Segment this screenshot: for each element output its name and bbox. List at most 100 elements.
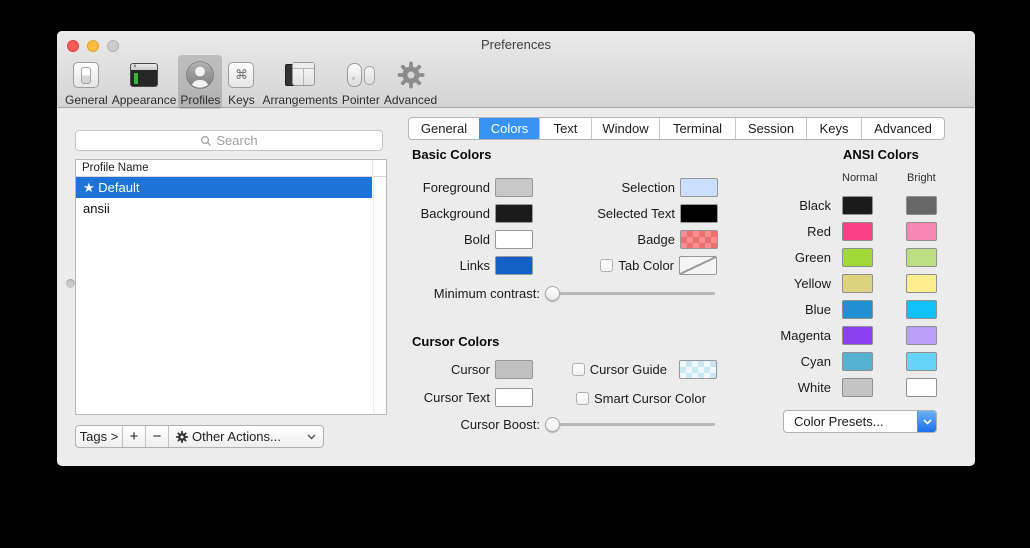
tab-keys[interactable]: Keys xyxy=(806,118,861,139)
cursor-label: Cursor xyxy=(347,362,490,377)
appearance-icon: × xyxy=(127,58,161,92)
window-edge-dot xyxy=(66,279,75,288)
traffic-lights xyxy=(67,40,119,52)
color-presets-label: Color Presets... xyxy=(784,414,917,429)
badge-label: Badge xyxy=(507,232,675,247)
title-toolbar-chrome: Preferences General × Appearance xyxy=(57,31,975,108)
toolbar-label: Pointer xyxy=(342,93,380,107)
toolbar-label: Arrangements xyxy=(262,93,337,107)
ansi-blue-bright-swatch[interactable] xyxy=(906,300,937,319)
tab-window[interactable]: Window xyxy=(591,118,659,139)
tab-colors[interactable]: Colors xyxy=(479,118,539,139)
cursor-colors-heading: Cursor Colors xyxy=(412,334,499,349)
close-button[interactable] xyxy=(67,40,79,52)
general-icon xyxy=(69,58,103,92)
ansi-black-bright-swatch[interactable] xyxy=(906,196,937,215)
smart-cursor-checkbox[interactable] xyxy=(576,392,589,405)
toolbar-label: General xyxy=(65,93,108,107)
profile-list-header: Profile Name xyxy=(76,160,386,177)
ansi-magenta-bright-swatch[interactable] xyxy=(906,326,937,345)
ansi-red-bright-swatch[interactable] xyxy=(906,222,937,241)
min-contrast-label: Minimum contrast: xyxy=(347,286,540,301)
preferences-toolbar: General × Appearance xyxy=(63,55,439,109)
tab-color-checkbox[interactable] xyxy=(600,259,613,272)
ansi-yellow-label: Yellow xyxy=(746,276,831,291)
search-icon xyxy=(200,135,212,147)
ansi-cyan-label: Cyan xyxy=(746,354,831,369)
profile-row-ansii[interactable]: ansii xyxy=(76,198,372,219)
foreground-label: Foreground xyxy=(347,180,490,195)
ansi-red-label: Red xyxy=(746,224,831,239)
tab-advanced[interactable]: Advanced xyxy=(861,118,944,139)
normal-column-header: Normal xyxy=(842,172,877,184)
background-label: Background xyxy=(347,206,490,221)
cursor-guide-swatch[interactable] xyxy=(679,360,717,379)
badge-swatch[interactable] xyxy=(680,230,718,249)
ansi-green-bright-swatch[interactable] xyxy=(906,248,937,267)
selection-swatch[interactable] xyxy=(680,178,718,197)
ansi-white-normal-swatch[interactable] xyxy=(842,378,873,397)
min-contrast-slider[interactable] xyxy=(545,286,715,301)
zoom-button[interactable] xyxy=(107,40,119,52)
ansi-cyan-normal-swatch[interactable] xyxy=(842,352,873,371)
gear-icon xyxy=(176,431,188,443)
profile-row-default[interactable]: ★ Default xyxy=(76,177,372,198)
chevron-down-icon xyxy=(923,419,932,425)
tab-session[interactable]: Session xyxy=(735,118,806,139)
basic-colors-heading: Basic Colors xyxy=(412,147,491,162)
other-actions-button[interactable]: Other Actions... xyxy=(168,426,323,447)
slider-knob[interactable] xyxy=(545,286,560,301)
toolbar-label: Profiles xyxy=(180,93,220,107)
toolbar-item-advanced[interactable]: Advanced xyxy=(382,55,439,109)
toolbar-label: Keys xyxy=(228,93,255,107)
slider-knob[interactable] xyxy=(545,417,560,432)
ansi-magenta-label: Magenta xyxy=(746,328,831,343)
color-presets-select[interactable]: Color Presets... xyxy=(783,410,937,433)
cursor-guide-checkbox[interactable] xyxy=(572,363,585,376)
tab-general[interactable]: General xyxy=(409,118,479,139)
selected-text-swatch[interactable] xyxy=(680,204,718,223)
arrangements-icon xyxy=(283,58,317,92)
toolbar-item-arrangements[interactable]: Arrangements xyxy=(260,55,339,109)
search-input[interactable]: Search xyxy=(75,130,383,151)
bold-label: Bold xyxy=(347,232,490,247)
ansi-green-normal-swatch[interactable] xyxy=(842,248,873,267)
ansi-yellow-normal-swatch[interactable] xyxy=(842,274,873,293)
minimize-button[interactable] xyxy=(87,40,99,52)
bright-column-header: Bright xyxy=(907,172,936,184)
tab-text[interactable]: Text xyxy=(539,118,591,139)
add-profile-button[interactable]: + xyxy=(122,426,145,447)
ansi-magenta-normal-swatch[interactable] xyxy=(842,326,873,345)
chevron-down-icon xyxy=(307,434,316,440)
tab-color-swatch[interactable] xyxy=(679,256,717,275)
selection-label: Selection xyxy=(507,180,675,195)
smart-cursor-label: Smart Cursor Color xyxy=(594,391,706,406)
ansi-yellow-bright-swatch[interactable] xyxy=(906,274,937,293)
toolbar-item-pointer[interactable]: Pointer xyxy=(340,55,382,109)
ansi-red-normal-swatch[interactable] xyxy=(842,222,873,241)
ansi-blue-label: Blue xyxy=(746,302,831,317)
tags-button[interactable]: Tags > xyxy=(76,426,122,447)
tab-terminal[interactable]: Terminal xyxy=(659,118,735,139)
ansi-black-label: Black xyxy=(746,198,831,213)
profile-list: Profile Name ★ Default ansii xyxy=(75,159,387,415)
cursor-text-swatch[interactable] xyxy=(495,388,533,407)
toolbar-item-keys[interactable]: ⌘ Keys xyxy=(222,55,260,109)
ansi-black-normal-swatch[interactable] xyxy=(842,196,873,215)
ansi-blue-normal-swatch[interactable] xyxy=(842,300,873,319)
cursor-boost-slider[interactable] xyxy=(545,417,715,432)
cursor-guide-label: Cursor Guide xyxy=(590,362,667,377)
toolbar-item-appearance[interactable]: × Appearance xyxy=(110,55,179,109)
toolbar-item-general[interactable]: General xyxy=(63,55,110,109)
cursor-boost-label: Cursor Boost: xyxy=(347,417,540,432)
ansi-white-label: White xyxy=(746,380,831,395)
search-placeholder: Search xyxy=(216,133,257,148)
ansi-cyan-bright-swatch[interactable] xyxy=(906,352,937,371)
settings-tabbar: General Colors Text Window Terminal Sess… xyxy=(408,117,945,140)
links-label: Links xyxy=(347,258,490,273)
ansi-white-bright-swatch[interactable] xyxy=(906,378,937,397)
remove-profile-button[interactable]: − xyxy=(145,426,168,447)
pointer-icon xyxy=(344,58,378,92)
toolbar-item-profiles[interactable]: Profiles xyxy=(178,55,222,109)
preferences-window: Preferences General × Appearance xyxy=(57,31,975,466)
